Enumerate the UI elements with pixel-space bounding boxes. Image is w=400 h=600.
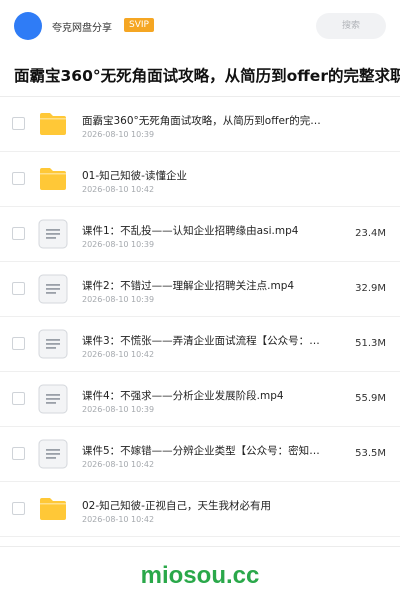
divider [0, 546, 400, 547]
user-name: 夸克网盘分享 [52, 23, 112, 34]
file-name: 面霸宝360°无死角面试攻略，从简历到offer的完整求职指南 [82, 115, 330, 127]
file-icon [38, 384, 68, 414]
list-item[interactable]: 课件1：不乱投——认知企业招聘缘由asi.mp4 2026-08-10 10:39… [0, 207, 400, 262]
avatar[interactable] [14, 12, 42, 40]
list-item[interactable]: 课件2：不错过——理解企业招聘关注点.mp4 2026-08-10 10:39 32… [0, 262, 400, 317]
file-name: 课件5：不嫁错——分辨企业类型【公众号：密知圈】.mp4 [82, 445, 330, 457]
file-date: 2026-08-10 10:39 [82, 405, 155, 414]
list-item[interactable]: 面霸宝360°无死角面试攻略，从简历到offer的完整求职指南 2026-08-1… [0, 97, 400, 152]
file-date: 2026-08-10 10:42 [82, 460, 155, 469]
search-button[interactable]: 搜索 [316, 13, 386, 39]
folder-icon [38, 109, 68, 139]
file-size: 32.9M [355, 283, 386, 294]
file-name: 02-知己知彼-正视自己，天生我材必有用 [82, 500, 271, 512]
row-checkbox[interactable] [12, 172, 25, 185]
list-item[interactable]: 02-知己知彼-正视自己，天生我材必有用 2026-08-10 10:42 [0, 482, 400, 537]
watermark: miosou.cc [140, 562, 260, 589]
list-item[interactable]: 课件4：不强求——分析企业发展阶段.mp4 2026-08-10 10:39 55.… [0, 372, 400, 427]
file-icon [38, 274, 68, 304]
file-icon [38, 439, 68, 469]
file-date: 2026-08-10 10:39 [82, 295, 155, 304]
file-list: 面霸宝360°无死角面试攻略，从简历到offer的完整求职指南 2026-08-1… [0, 97, 400, 537]
file-date: 2026-08-10 10:42 [82, 515, 155, 524]
file-size: 55.9M [355, 393, 386, 404]
file-size: 23.4M [355, 228, 386, 239]
file-size: 53.5M [355, 448, 386, 459]
file-name: 课件2：不错过——理解企业招聘关注点.mp4 [82, 280, 295, 292]
file-icon [38, 329, 68, 359]
header: 夸克网盘分享 SVIP 搜索 [0, 0, 400, 52]
row-checkbox[interactable] [12, 447, 25, 460]
file-date: 2026-08-10 10:42 [82, 350, 155, 359]
file-name: 课件3：不慌张——弄清企业面试流程【公众号：密知圈】.mp4 [82, 335, 330, 347]
file-icon [38, 219, 68, 249]
file-name: 课件1：不乱投——认知企业招聘缘由asi.mp4 [82, 225, 299, 237]
file-date: 2026-08-10 10:42 [82, 185, 155, 194]
svip-badge: SVIP [124, 18, 154, 32]
row-checkbox[interactable] [12, 502, 25, 515]
row-checkbox[interactable] [12, 392, 25, 405]
file-name: 01-知己知彼-读懂企业 [82, 170, 187, 182]
list-item[interactable]: 课件3：不慌张——弄清企业面试流程【公众号：密知圈】.mp4 2026-08-10… [0, 317, 400, 372]
file-date: 2026-08-10 10:39 [82, 240, 155, 249]
row-checkbox[interactable] [12, 337, 25, 350]
list-item[interactable]: 课件5：不嫁错——分辨企业类型【公众号：密知圈】.mp4 2026-08-10 1… [0, 427, 400, 482]
list-item[interactable]: 01-知己知彼-读懂企业 2026-08-10 10:42 [0, 152, 400, 207]
row-checkbox[interactable] [12, 227, 25, 240]
file-size: 51.3M [355, 338, 386, 349]
file-name: 课件4：不强求——分析企业发展阶段.mp4 [82, 390, 284, 402]
folder-icon [38, 164, 68, 194]
file-date: 2026-08-10 10:39 [82, 130, 155, 139]
folder-icon [38, 494, 68, 524]
page-title: 面霸宝360°无死角面试攻略，从简历到offer的完整求职指南 [14, 67, 400, 85]
row-checkbox[interactable] [12, 117, 25, 130]
row-checkbox[interactable] [12, 282, 25, 295]
